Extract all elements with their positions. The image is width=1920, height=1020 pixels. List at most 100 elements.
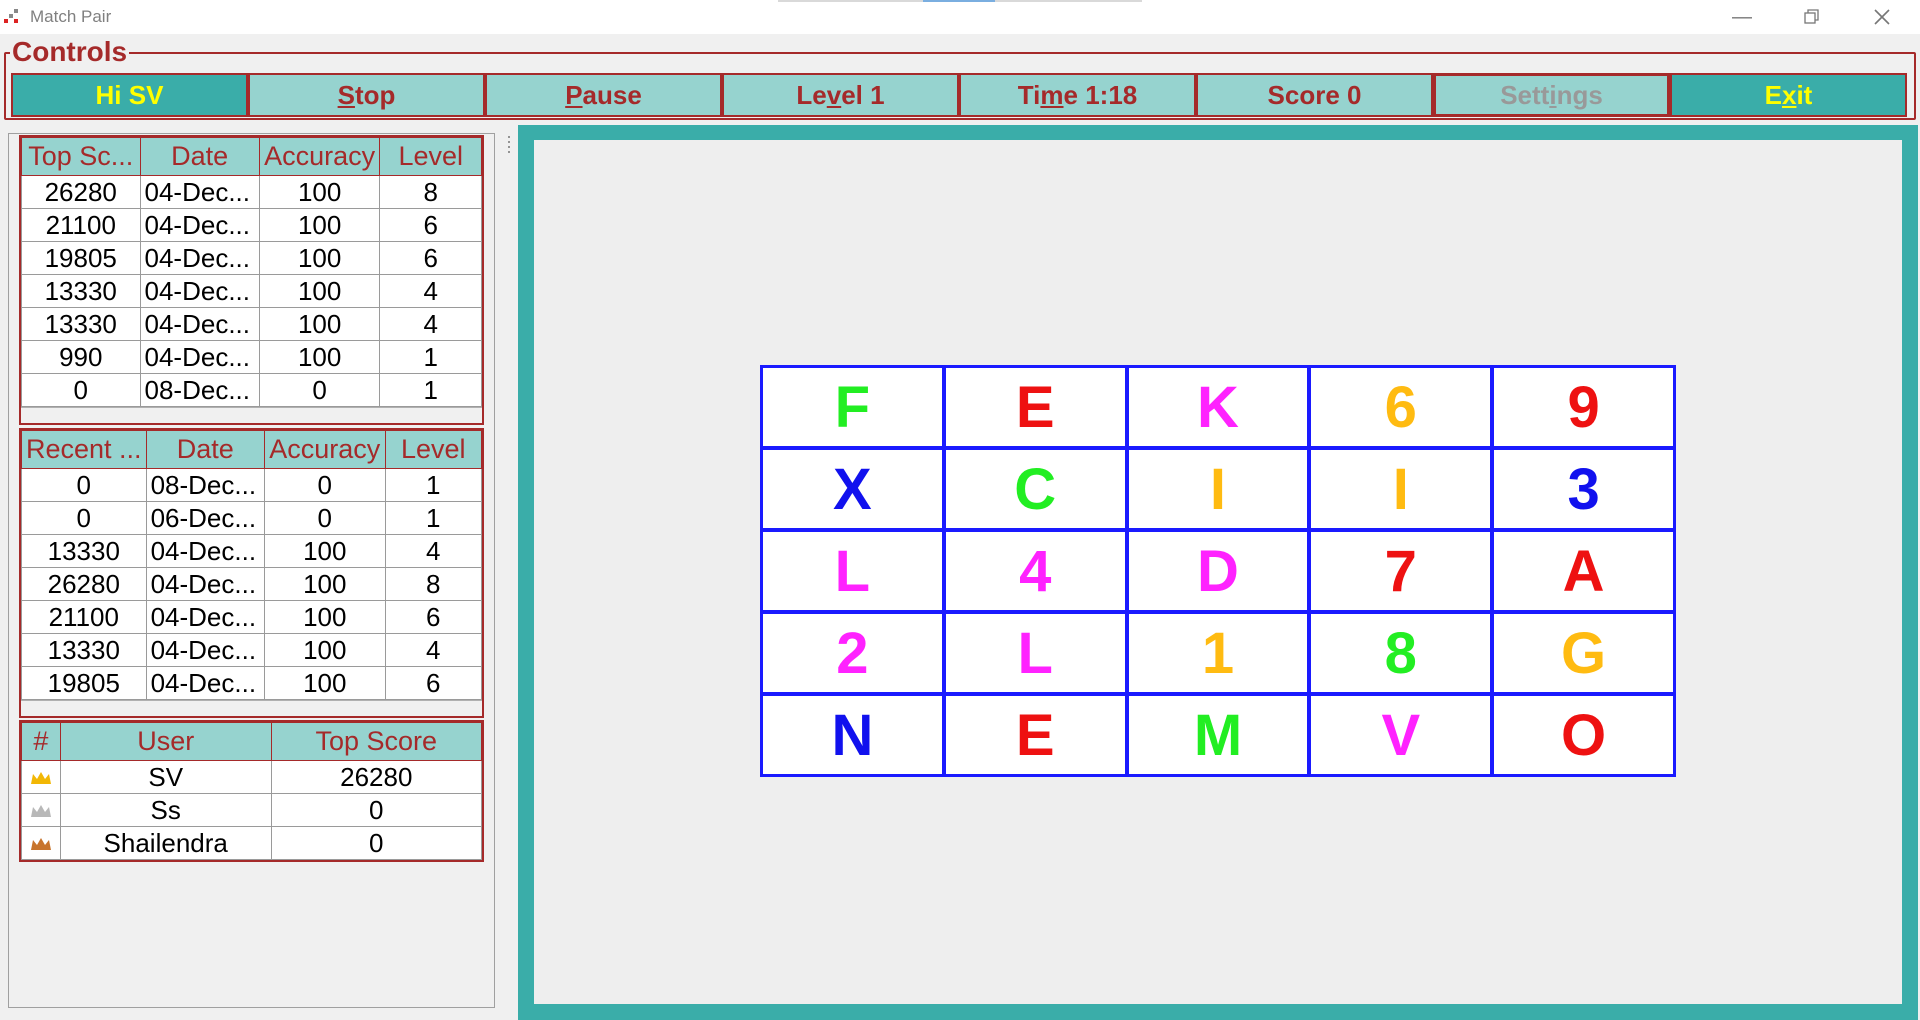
top-scores-header-0[interactable]: Top Sc... xyxy=(21,137,141,176)
table-row[interactable]: 13330 04-Dec... 100 4 xyxy=(21,534,483,568)
tile-1[interactable]: E xyxy=(943,366,1127,448)
users-header-2[interactable]: Top Score xyxy=(270,722,483,761)
tile-5[interactable]: X xyxy=(761,448,944,530)
recent-scores-grid: Recent ... Date Accuracy Level 0 08-Dec... 0 1… xyxy=(19,428,484,718)
table-row[interactable]: 13330 04-Dec... 100 4 xyxy=(21,633,483,667)
user-name-cell: Ss xyxy=(59,793,272,827)
top-scores-header-2[interactable]: Accuracy xyxy=(258,137,381,176)
table-row[interactable]: 21100 04-Dec... 100 6 xyxy=(21,600,483,634)
recent-scores-cell: 4 xyxy=(384,534,483,568)
recent-scores-header-2[interactable]: Accuracy xyxy=(264,430,386,469)
tile-6[interactable]: C xyxy=(943,448,1127,530)
tile-7[interactable]: I xyxy=(1126,448,1310,530)
tile-17[interactable]: 1 xyxy=(1126,612,1310,694)
tile-3[interactable]: 6 xyxy=(1309,366,1493,448)
tile-19[interactable]: G xyxy=(1492,612,1675,694)
close-icon[interactable] xyxy=(1848,0,1916,34)
top-scores-header-3[interactable]: Level xyxy=(379,137,482,176)
recent-scores-cell: 04-Dec... xyxy=(145,567,266,601)
tile-12[interactable]: D xyxy=(1126,530,1310,612)
top-scores-cell: 13330 xyxy=(21,307,141,341)
left-panel: Top Sc... Date Accuracy Level 26280 04-Dec..… xyxy=(8,133,495,1008)
minimize-icon[interactable]: — xyxy=(1708,0,1776,34)
recent-scores-header-3[interactable]: Level xyxy=(384,430,483,469)
top-scores-cell: 100 xyxy=(258,241,381,275)
crown-cell xyxy=(21,793,61,827)
table-row[interactable]: Ss 0 xyxy=(21,793,483,827)
users-header-0[interactable]: # xyxy=(21,722,61,761)
tile-24[interactable]: O xyxy=(1492,694,1675,776)
top-scores-cell: 04-Dec... xyxy=(139,307,260,341)
top-scores-cell: 04-Dec... xyxy=(139,340,260,374)
control-button-score-0[interactable]: Score 0 xyxy=(1196,73,1433,117)
tile-18[interactable]: 8 xyxy=(1309,612,1493,694)
top-scores-cell: 990 xyxy=(21,340,141,374)
top-scores-cell: 19805 xyxy=(21,241,141,275)
tile-15[interactable]: 2 xyxy=(761,612,944,694)
top-scores-footer xyxy=(21,407,482,423)
user-name-cell: Shailendra xyxy=(59,826,272,860)
control-button-exit[interactable]: Ex it xyxy=(1670,73,1907,117)
top-scores-cell: 100 xyxy=(258,340,381,374)
tile-2[interactable]: K xyxy=(1126,366,1310,448)
table-row[interactable]: 13330 04-Dec... 100 4 xyxy=(21,307,482,341)
table-row[interactable]: 26280 04-Dec... 100 8 xyxy=(21,567,483,601)
top-scores-cell: 1 xyxy=(379,373,482,407)
user-name-cell: SV xyxy=(59,760,272,794)
table-row[interactable]: 19805 04-Dec... 100 6 xyxy=(21,241,482,275)
recent-scores-cell: 08-Dec... xyxy=(145,468,266,502)
tile-0[interactable]: F xyxy=(761,366,944,448)
user-score-cell: 26280 xyxy=(270,760,483,794)
table-row[interactable]: 0 08-Dec... 0 1 xyxy=(21,373,482,407)
control-button-level-1[interactable]: Le v el 1 xyxy=(722,73,959,117)
recent-scores-cell: 8 xyxy=(384,567,483,601)
table-row[interactable]: 21100 04-Dec... 100 6 xyxy=(21,208,482,242)
silver-crown-icon xyxy=(30,804,51,817)
top-scores-cell: 1 xyxy=(379,340,482,374)
recent-scores-cell: 13330 xyxy=(21,633,147,667)
top-scores-header-1[interactable]: Date xyxy=(139,137,260,176)
table-row[interactable]: 0 06-Dec... 0 1 xyxy=(21,501,483,535)
tile-9[interactable]: 3 xyxy=(1492,448,1675,530)
table-row[interactable]: Shailendra 0 xyxy=(21,826,483,860)
table-row[interactable]: 26280 04-Dec... 100 8 xyxy=(21,175,482,209)
control-button-stop[interactable]: Stop xyxy=(248,73,485,117)
tile-13[interactable]: 7 xyxy=(1309,530,1493,612)
recent-scores-header-0[interactable]: Recent ... xyxy=(21,430,147,469)
top-scores-cell: 4 xyxy=(379,274,482,308)
tile-11[interactable]: 4 xyxy=(943,530,1127,612)
top-scores-cell: 100 xyxy=(258,307,381,341)
table-row[interactable]: 13330 04-Dec... 100 4 xyxy=(21,274,482,308)
top-scores-cell: 100 xyxy=(258,175,381,209)
table-row[interactable]: 0 08-Dec... 0 1 xyxy=(21,468,483,502)
recent-scores-cell: 04-Dec... xyxy=(145,600,266,634)
tile-8[interactable]: I xyxy=(1309,448,1493,530)
tile-23[interactable]: V xyxy=(1309,694,1493,776)
tile-22[interactable]: M xyxy=(1126,694,1310,776)
panel-splitter[interactable] xyxy=(506,133,512,1008)
tile-10[interactable]: L xyxy=(761,530,944,612)
top-scores-cell: 13330 xyxy=(21,274,141,308)
recent-scores-cell: 100 xyxy=(264,633,386,667)
tile-21[interactable]: E xyxy=(943,694,1127,776)
users-header-1[interactable]: User xyxy=(59,722,272,761)
tile-14[interactable]: A xyxy=(1492,530,1675,612)
controls-legend: Controls xyxy=(10,36,130,68)
title-strip-accent xyxy=(923,0,995,2)
table-row[interactable]: 990 04-Dec... 100 1 xyxy=(21,340,482,374)
tile-16[interactable]: L xyxy=(943,612,1127,694)
top-scores-cell: 100 xyxy=(258,274,381,308)
recent-scores-header-1[interactable]: Date xyxy=(145,430,266,469)
table-row[interactable]: SV 26280 xyxy=(21,760,483,794)
control-button-pause[interactable]: Pause xyxy=(485,73,722,117)
restore-icon[interactable] xyxy=(1778,0,1846,34)
table-row[interactable]: 19805 04-Dec... 100 6 xyxy=(21,666,483,700)
tile-4[interactable]: 9 xyxy=(1492,366,1675,448)
recent-scores-cell: 04-Dec... xyxy=(145,666,266,700)
recent-scores-cell: 6 xyxy=(384,666,483,700)
recent-scores-cell: 100 xyxy=(264,567,386,601)
control-button-hi-sv[interactable]: Hi SV xyxy=(11,73,248,117)
recent-scores-cell: 0 xyxy=(21,501,147,535)
tile-20[interactable]: N xyxy=(761,694,944,776)
control-button-time-1-18[interactable]: Ti m e 1:18 xyxy=(959,73,1196,117)
